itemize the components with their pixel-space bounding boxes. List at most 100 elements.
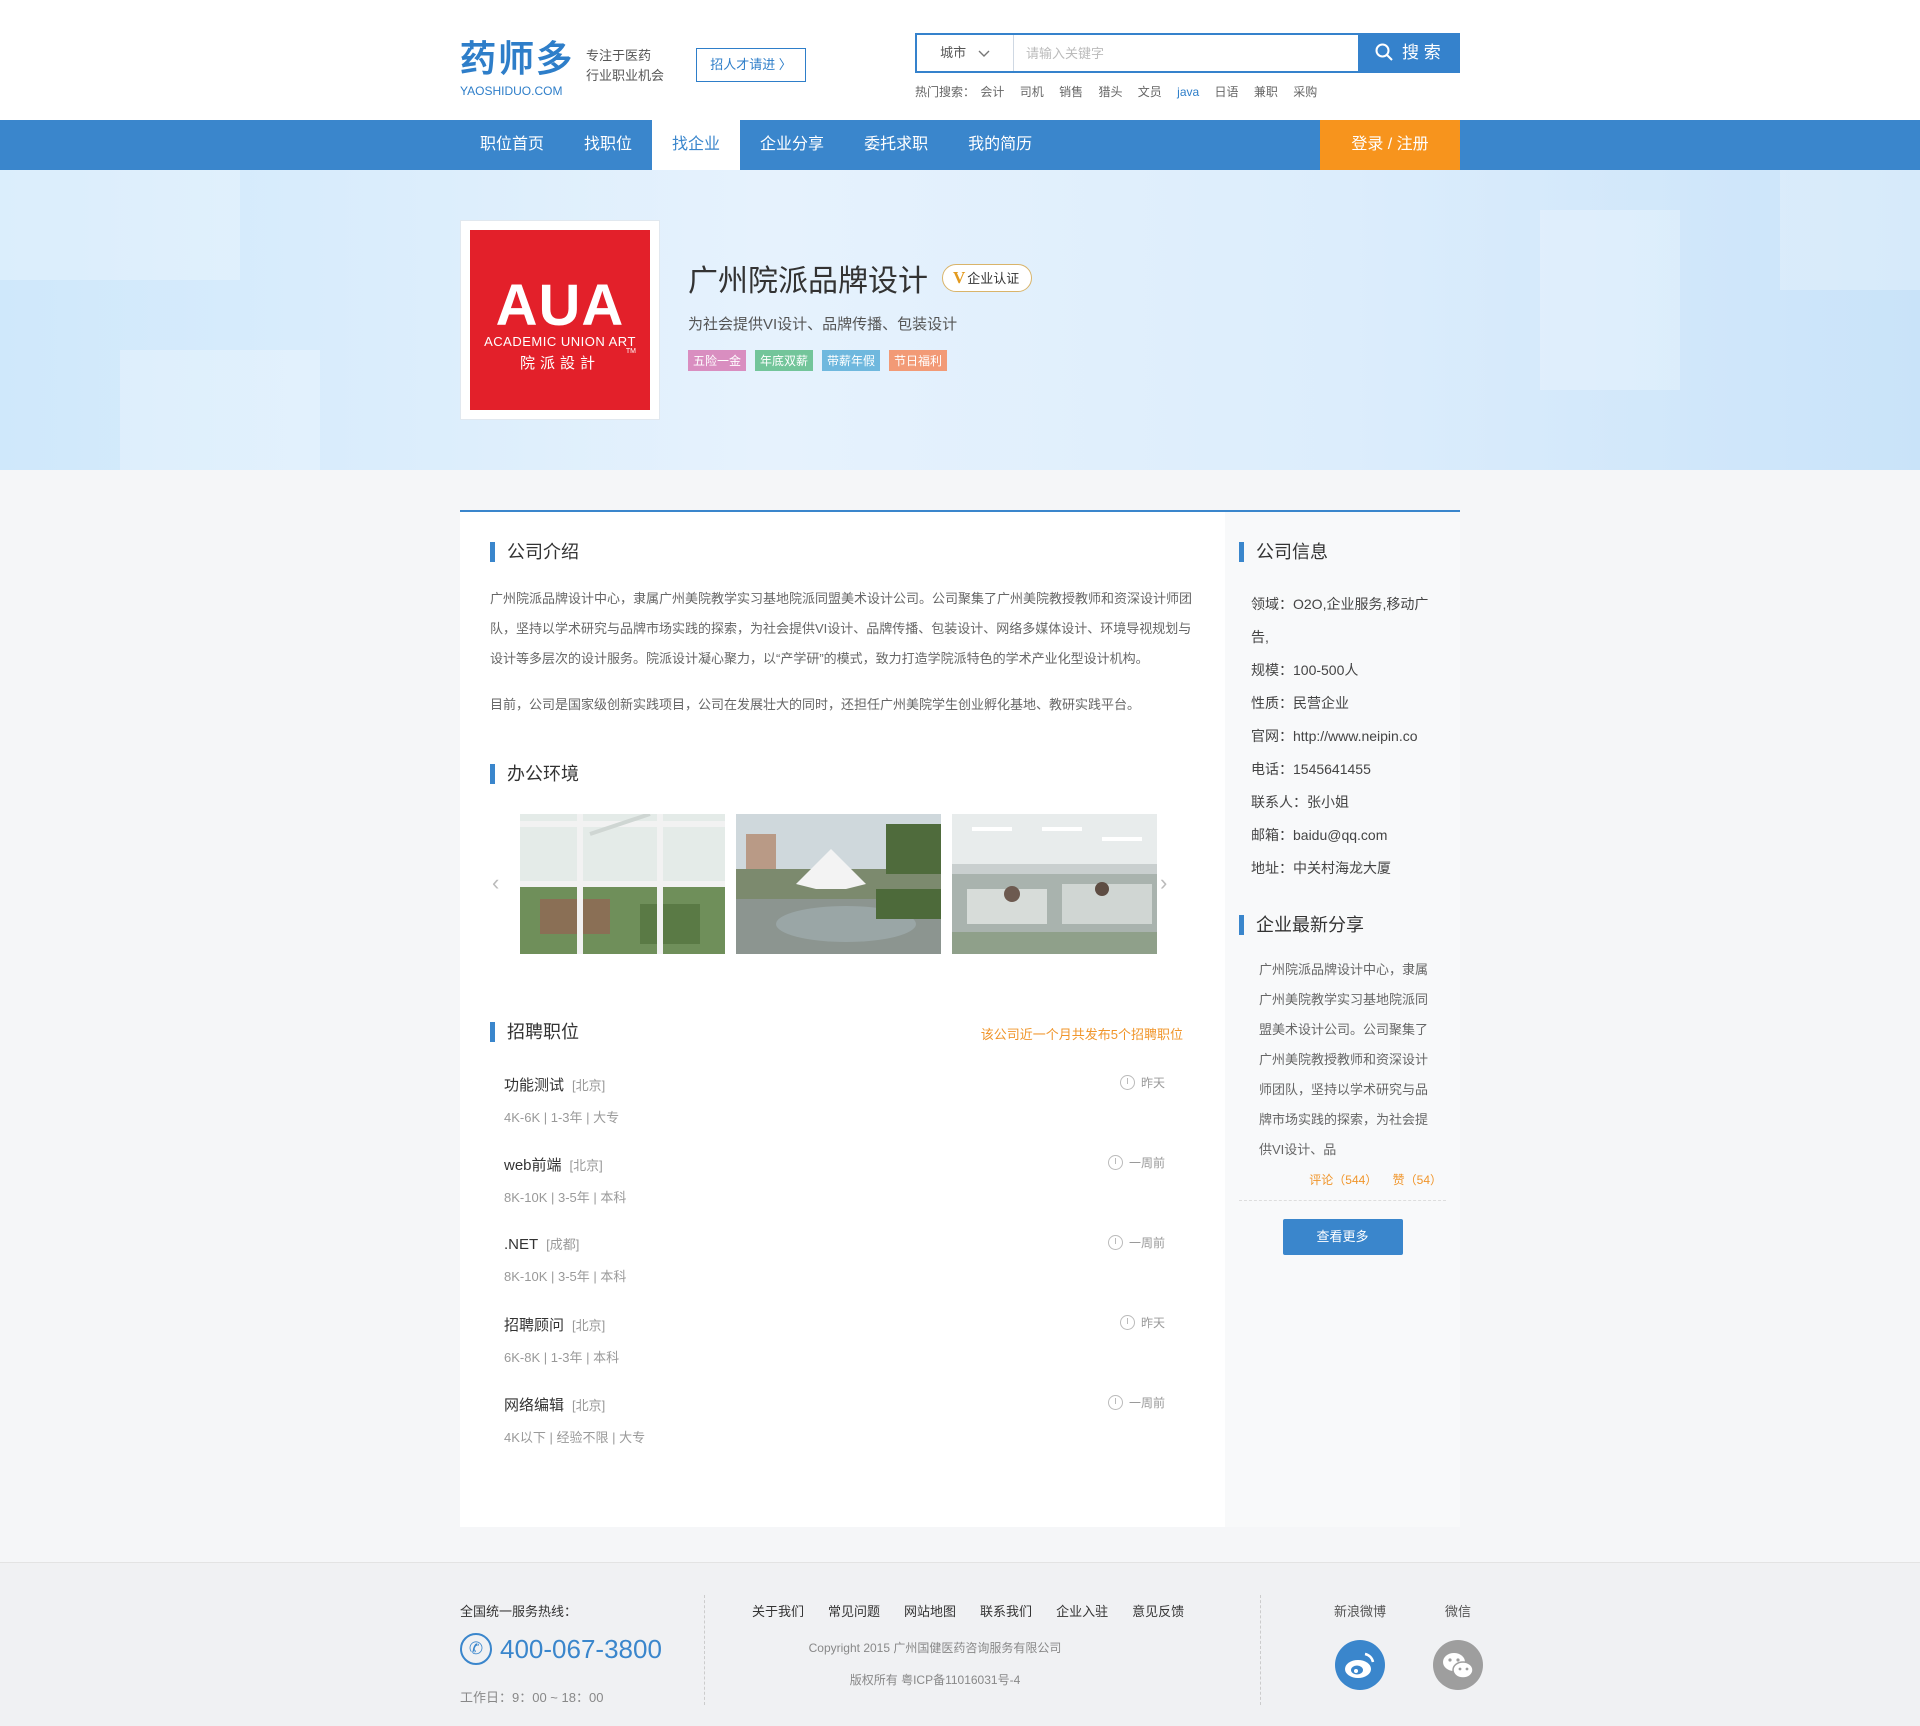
footer-links: 关于我们 常见问题 网站地图 联系我们 企业入驻 意见反馈 [752, 1601, 1184, 1620]
gallery-prev-arrow[interactable]: ‹ [492, 870, 499, 896]
search-input[interactable] [1014, 35, 1358, 71]
photo-gallery: ‹ › [490, 814, 1193, 956]
hotline: ✆ 400-067-3800 [460, 1633, 662, 1665]
job-title[interactable]: 功能测试 [504, 1077, 564, 1094]
site-header: 药师多 YAOSHIDUO.COM 专注于医药 行业职业机会 招人才请进 〉 城… [0, 0, 1920, 120]
share-stats: 评论（544） 赞（54） [1239, 1165, 1446, 1201]
intro-paragraph: 广州院派品牌设计中心，隶属广州美院教学实习基地院派同盟美术设计公司。公司聚集了广… [490, 591, 1193, 666]
hotline-number: 400-067-3800 [500, 1633, 662, 1664]
company-detail: 公司介绍 广州院派品牌设计中心，隶属广州美院教学实习基地院派同盟美术设计公司。公… [460, 510, 1460, 1527]
clock-icon [1107, 1155, 1123, 1170]
hot-search-term[interactable]: 兼职 [1254, 85, 1278, 99]
hot-search-term[interactable]: 司机 [1020, 85, 1044, 99]
benefit-tag: 五险一金 [688, 350, 747, 371]
hot-search-term[interactable]: 猎头 [1098, 85, 1122, 99]
sidebar: 公司信息 领域：O2O,企业服务,移动广告, 规模：100-500人 性质：民营… [1225, 512, 1460, 1527]
logo-chinese: 院派設計 [519, 355, 600, 372]
info-address: 地址：中关村海龙大厦 [1251, 860, 1391, 876]
footer-link-sitemap[interactable]: 网站地图 [904, 1601, 956, 1620]
hot-search-term[interactable]: 采购 [1293, 85, 1317, 99]
job-item[interactable]: 功能测试 [北京] 4K-6K | 1-3年 | 大专 昨天 [490, 1074, 1193, 1154]
icp-license: 版权所有 粤ICP备11016031号-4 [849, 1673, 1021, 1687]
search-icon [1375, 43, 1393, 61]
logo-trademark: TM [625, 348, 636, 355]
nav-item-entrusted-jobs[interactable]: 委托求职 [844, 120, 948, 170]
weibo-icon[interactable] [1335, 1640, 1385, 1690]
banner-pattern [1540, 210, 1680, 390]
office-environment-section: 办公环境 ‹ › [490, 764, 1193, 956]
office-photo-courtyard [736, 814, 941, 954]
company-tagline: 为社会提供VI设计、品牌传播、包装设计 [688, 316, 958, 333]
job-city: [北京] [572, 1398, 606, 1413]
weibo-label: 新浪微博 [1333, 1604, 1386, 1619]
job-posted-label: 昨天 [1140, 1076, 1165, 1090]
verified-icon: V [953, 268, 966, 287]
job-item[interactable]: .NET [成都] 8K-10K | 3-5年 | 本科 一周前 [490, 1234, 1193, 1314]
gallery-next-arrow[interactable]: › [1160, 870, 1167, 896]
nav-item-jobs-home[interactable]: 职位首页 [460, 120, 564, 170]
login-register-button[interactable]: 登录 / 注册 [1320, 120, 1460, 170]
footer-link-contact[interactable]: 联系我们 [980, 1601, 1032, 1620]
job-title[interactable]: .NET [504, 1236, 538, 1253]
job-city: [北京] [572, 1078, 606, 1093]
wechat-icon[interactable] [1433, 1640, 1483, 1690]
job-item[interactable]: web前端 [北京] 8K-10K | 3-5年 | 本科 一周前 [490, 1154, 1193, 1234]
office-photo[interactable] [952, 814, 1157, 954]
info-phone: 电话：1545641455 [1251, 761, 1371, 777]
benefit-tag: 带薪年假 [822, 350, 881, 371]
job-meta: 6K-8K | 1-3年 | 本科 [504, 1350, 620, 1365]
job-title[interactable]: 网络编辑 [504, 1397, 564, 1414]
nav-item-company-share[interactable]: 企业分享 [740, 120, 844, 170]
hot-search-term[interactable]: 文员 [1138, 85, 1162, 99]
job-item[interactable]: 网络编辑 [北京] 4K以下 | 经验不限 | 大专 一周前 [490, 1394, 1193, 1474]
nav-item-find-jobs[interactable]: 找职位 [564, 120, 652, 170]
footer-link-faq[interactable]: 常见问题 [828, 1601, 880, 1620]
office-photo[interactable] [520, 814, 725, 954]
wechat-link[interactable]: 微信 [1408, 1601, 1508, 1690]
verified-badge: V 企业认证 [942, 264, 1033, 292]
footer-link-feedback[interactable]: 意见反馈 [1132, 1601, 1184, 1620]
recruit-button[interactable]: 招人才请进 〉 [696, 48, 806, 82]
working-hours: 工作日：9：00 ~ 18：00 [460, 1690, 604, 1705]
site-logo[interactable]: 药师多 YAOSHIDUO.COM [460, 30, 574, 98]
hot-search-term[interactable]: 日语 [1215, 85, 1239, 99]
job-posted-time: 昨天 [1119, 1074, 1165, 1091]
section-title: 办公环境 [490, 764, 1193, 784]
city-select[interactable]: 城市 [917, 35, 1014, 71]
likes-link[interactable]: 赞（54） [1393, 1173, 1442, 1187]
view-more-button[interactable]: 查看更多 [1282, 1219, 1403, 1255]
copyright: Copyright 2015 广州国健医药咨询服务有限公司 [808, 1641, 1062, 1655]
hot-search-term[interactable]: 会计 [980, 85, 1004, 99]
nav-item-find-companies[interactable]: 找企业 [652, 120, 741, 170]
job-posted-label: 一周前 [1128, 1396, 1165, 1410]
job-meta: 8K-10K | 3-5年 | 本科 [504, 1190, 627, 1205]
footer-link-about[interactable]: 关于我们 [752, 1601, 804, 1620]
footer-divider [1260, 1595, 1261, 1705]
banner-pattern [0, 170, 240, 280]
job-meta: 4K以下 | 经验不限 | 大专 [504, 1430, 646, 1445]
job-meta: 4K-6K | 1-3年 | 大专 [504, 1110, 620, 1125]
info-email[interactable]: 邮箱：baidu@qq.com [1239, 819, 1446, 852]
job-list: 功能测试 [北京] 4K-6K | 1-3年 | 大专 昨天 web前端 [北京] … [490, 1074, 1193, 1474]
job-title[interactable]: 招聘顾问 [504, 1317, 564, 1334]
city-select-label: 城市 [940, 45, 967, 60]
weibo-link[interactable]: 新浪微博 [1310, 1601, 1410, 1690]
comments-link[interactable]: 评论（544） [1309, 1173, 1377, 1187]
hot-search-term[interactable]: java [1177, 85, 1199, 99]
share-excerpt[interactable]: 广州院派品牌设计中心，隶属广州美院教学实习基地院派同盟美术设计公司。公司聚集了广… [1239, 955, 1446, 1165]
footer-link-company-join[interactable]: 企业入驻 [1056, 1601, 1108, 1620]
banner-pattern [1780, 170, 1920, 290]
hot-search-term[interactable]: 销售 [1059, 85, 1083, 99]
info-website[interactable]: 官网：http://www.neipin.co [1239, 720, 1446, 753]
nav-item-my-resume[interactable]: 我的简历 [948, 120, 1052, 170]
job-title[interactable]: web前端 [504, 1157, 562, 1174]
job-count-note: 该公司近一个月共发布5个招聘职位 [980, 1027, 1183, 1042]
company-info-section: 公司信息 领域：O2O,企业服务,移动广告, 规模：100-500人 性质：民营… [1239, 542, 1446, 885]
verified-label: 企业认证 [967, 271, 1020, 286]
job-item[interactable]: 招聘顾问 [北京] 6K-8K | 1-3年 | 本科 昨天 [490, 1314, 1193, 1394]
job-openings-section: 招聘职位 该公司近一个月共发布5个招聘职位 功能测试 [北京] 4K-6K | 1… [490, 1022, 1193, 1474]
office-photo[interactable] [736, 814, 941, 954]
office-photo-workspace [952, 814, 1157, 954]
search-button[interactable]: 搜 索 [1358, 35, 1458, 71]
hotline-label: 全国统一服务热线： [460, 1604, 578, 1619]
